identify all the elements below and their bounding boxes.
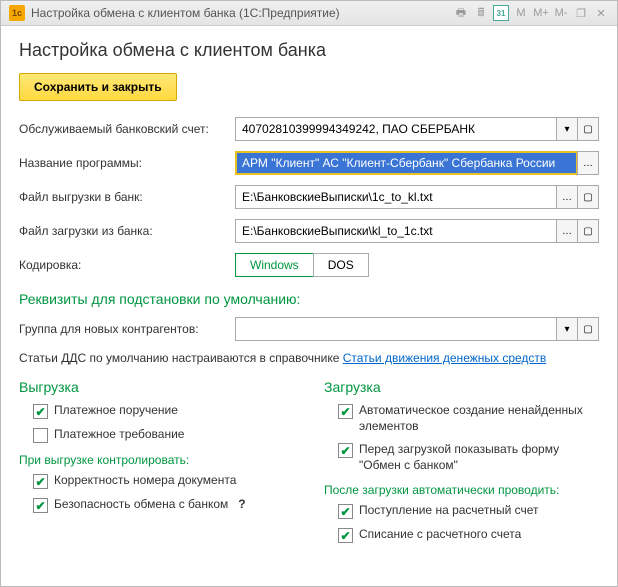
chk-payment-order[interactable] <box>33 404 48 419</box>
ellipsis-icon[interactable]: … <box>556 219 578 243</box>
encoding-toggle: Windows DOS <box>235 253 369 277</box>
dds-link[interactable]: Статьи движения денежных средств <box>343 351 547 365</box>
account-input[interactable] <box>235 117 557 141</box>
encoding-windows-button[interactable]: Windows <box>235 253 314 277</box>
dds-text: Статьи ДДС по умолчанию настраиваются в … <box>19 351 339 365</box>
open-icon[interactable]: ▢ <box>577 219 599 243</box>
m-plus-icon[interactable]: M+ <box>533 5 549 21</box>
chk-show-form-label: Перед загрузкой показывать форму "Обмен … <box>359 442 599 473</box>
chk-payment-request-label: Платежное требование <box>54 427 184 443</box>
dds-row: Статьи ДДС по умолчанию настраиваются в … <box>19 351 599 365</box>
program-input[interactable]: АРМ "Клиент" АС "Клиент-Сбербанк" Сберба… <box>235 151 578 175</box>
defaults-section-title: Реквизиты для подстановки по умолчанию: <box>19 291 599 307</box>
help-icon[interactable]: ? <box>238 497 245 513</box>
ellipsis-icon[interactable]: … <box>577 151 599 175</box>
dropdown-icon[interactable]: ▾ <box>556 317 578 341</box>
calc-icon[interactable]: 🖩 <box>473 5 489 21</box>
open-icon[interactable]: ▢ <box>577 185 599 209</box>
titlebar-icons: 🖶 🖩 31 M M+ M- ❐ ✕ <box>453 5 609 21</box>
import-auto-title: После загрузки автоматически проводить: <box>324 483 599 497</box>
export-column: Выгрузка Платежное поручение Платежное т… <box>19 379 294 551</box>
dropdown-icon[interactable]: ▾ <box>556 117 578 141</box>
chk-auto-create[interactable] <box>338 404 353 419</box>
encoding-label: Кодировка: <box>19 258 229 272</box>
import-file-label: Файл загрузки из банка: <box>19 224 229 238</box>
window: 1c Настройка обмена с клиентом банка (1С… <box>0 0 618 587</box>
chk-show-form[interactable] <box>338 443 353 458</box>
page-title: Настройка обмена с клиентом банка <box>19 40 599 61</box>
print-icon[interactable]: 🖶 <box>453 5 469 21</box>
encoding-dos-button[interactable]: DOS <box>313 253 369 277</box>
export-control-title: При выгрузке контролировать: <box>19 453 294 467</box>
calendar-icon[interactable]: 31 <box>493 5 509 21</box>
chk-outgoing[interactable] <box>338 528 353 543</box>
content: Настройка обмена с клиентом банка Сохран… <box>1 26 617 586</box>
account-label: Обслуживаемый банковский счет: <box>19 122 229 136</box>
open-icon[interactable]: ▢ <box>577 117 599 141</box>
chk-payment-request[interactable] <box>33 428 48 443</box>
save-and-close-button[interactable]: Сохранить и закрыть <box>19 73 177 101</box>
import-title: Загрузка <box>324 379 599 395</box>
app-logo: 1c <box>9 5 25 21</box>
export-title: Выгрузка <box>19 379 294 395</box>
ellipsis-icon[interactable]: … <box>556 185 578 209</box>
chk-outgoing-label: Списание с расчетного счета <box>359 527 521 543</box>
export-file-label: Файл выгрузки в банк: <box>19 190 229 204</box>
program-label: Название программы: <box>19 156 229 170</box>
chk-doc-number[interactable] <box>33 474 48 489</box>
chk-incoming[interactable] <box>338 504 353 519</box>
chk-auto-create-label: Автоматическое создание ненайденных элем… <box>359 403 599 434</box>
open-icon[interactable]: ▢ <box>577 317 599 341</box>
import-file-input[interactable] <box>235 219 557 243</box>
m-minus-icon[interactable]: M- <box>553 5 569 21</box>
chk-security-label: Безопасность обмена с банком <box>54 497 228 513</box>
chk-payment-order-label: Платежное поручение <box>54 403 178 419</box>
chk-incoming-label: Поступление на расчетный счет <box>359 503 539 519</box>
titlebar: 1c Настройка обмена с клиентом банка (1С… <box>1 1 617 26</box>
close-icon[interactable]: ✕ <box>593 5 609 21</box>
group-label: Группа для новых контрагентов: <box>19 322 229 336</box>
m-icon[interactable]: M <box>513 5 529 21</box>
import-column: Загрузка Автоматическое создание ненайде… <box>324 379 599 551</box>
group-input[interactable] <box>235 317 557 341</box>
chk-security[interactable] <box>33 498 48 513</box>
chk-doc-number-label: Корректность номера документа <box>54 473 236 489</box>
restore-icon[interactable]: ❐ <box>573 5 589 21</box>
export-file-input[interactable] <box>235 185 557 209</box>
window-title: Настройка обмена с клиентом банка (1С:Пр… <box>31 6 447 20</box>
